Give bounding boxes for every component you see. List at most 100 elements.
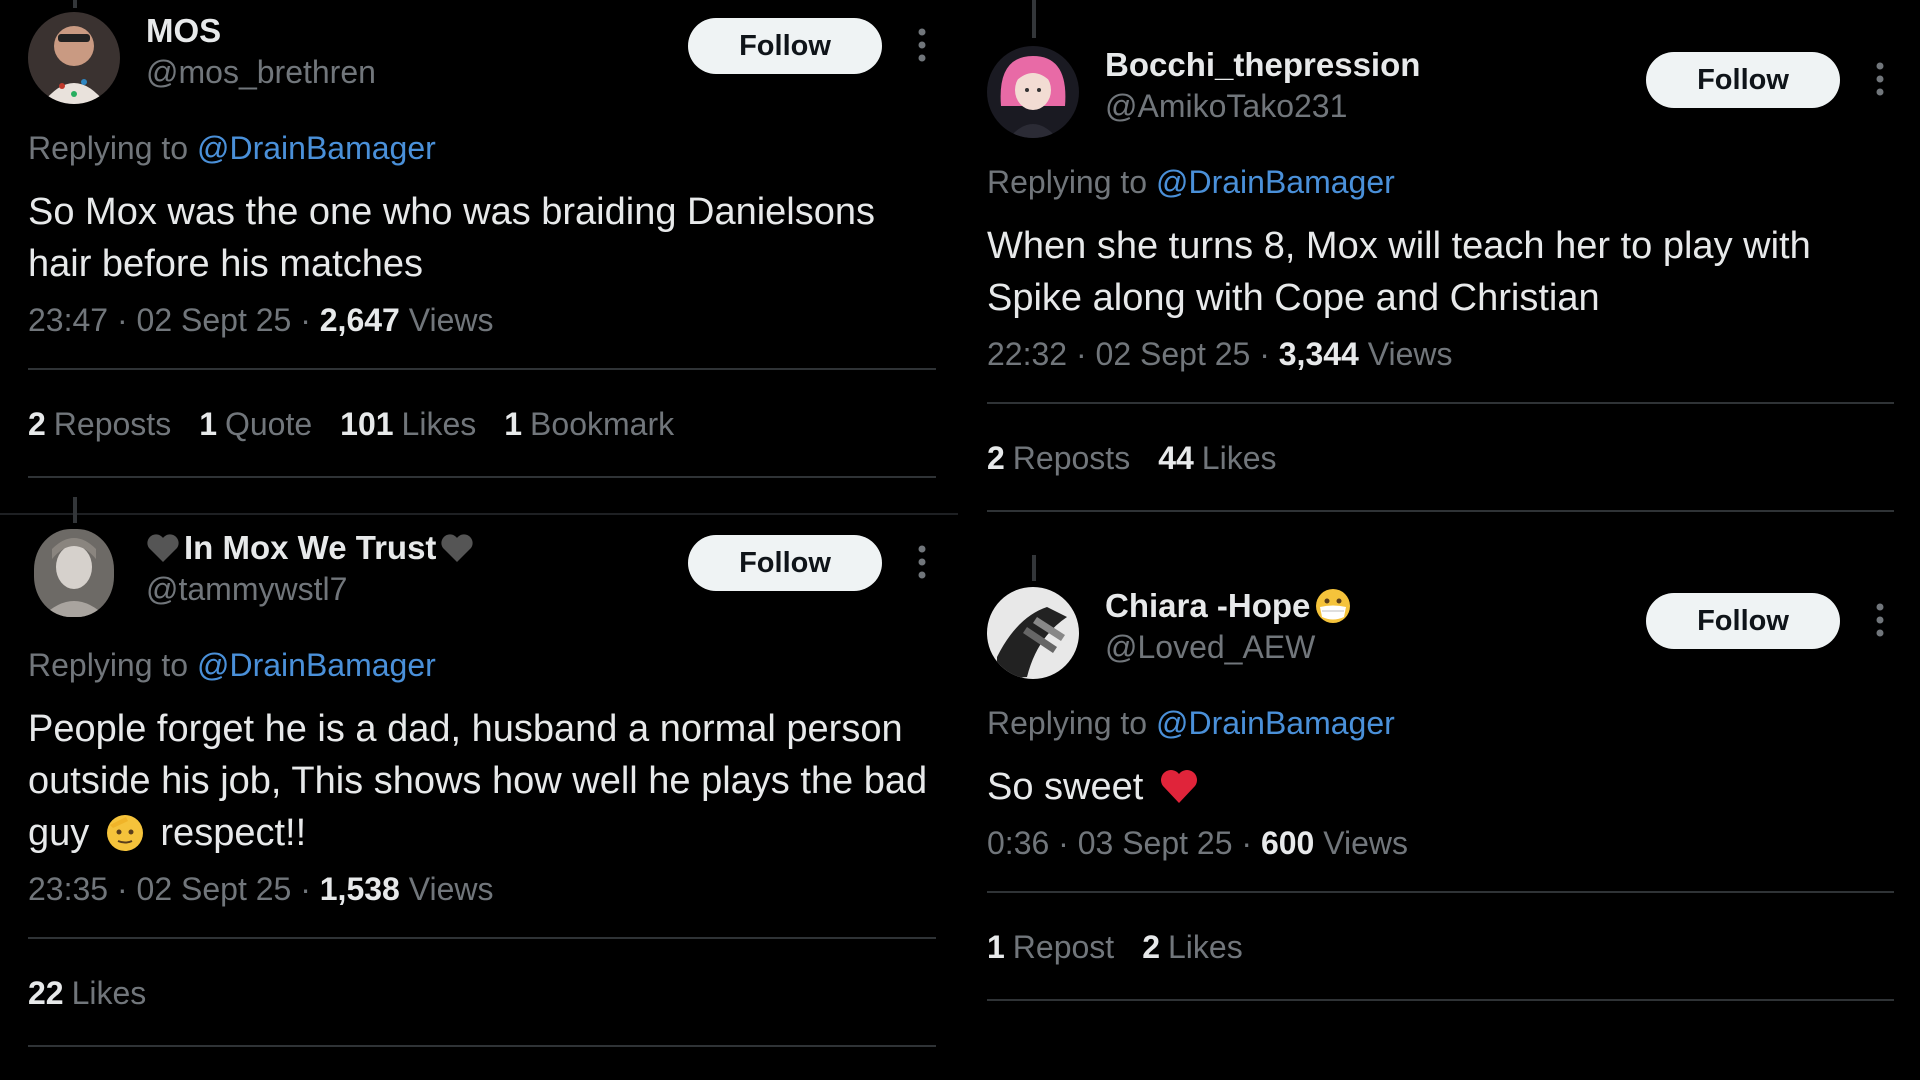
tweet-date[interactable]: 02 Sept 25 [1096, 336, 1251, 372]
stat-label: Reposts [53, 406, 172, 442]
engagement-stats: 1 Repost 2 Likes [987, 893, 1894, 999]
replying-to: Replying to @DrainBamager [987, 703, 1894, 743]
thread-line [1032, 0, 1036, 38]
views-label: Views [408, 871, 494, 907]
stat-reposts[interactable]: 1 Repost [987, 925, 1114, 969]
author-info: MOS @mos_brethren [146, 10, 376, 92]
display-name-text[interactable]: MOS [146, 10, 221, 52]
engagement-stats: 2 Reposts 1 Quote 101 Likes 1 Bookmark [28, 370, 936, 476]
replying-prefix: Replying to [987, 705, 1148, 741]
stat-bookmarks[interactable]: 1 Bookmark [504, 402, 674, 446]
stat-count: 1 [504, 406, 523, 442]
tweet-time[interactable]: 0:36 [987, 825, 1049, 861]
stat-label: Likes [1167, 929, 1243, 965]
thread-line [1032, 555, 1036, 581]
tweet-header: Chiara -Hope @Loved_AEW Follow [987, 581, 1894, 679]
saluting-face-emoji [106, 814, 143, 851]
avatar[interactable] [28, 12, 120, 104]
replying-prefix: Replying to [28, 130, 189, 166]
handle[interactable]: @tammywstl7 [146, 569, 474, 609]
replying-to: Replying to @DrainBamager [987, 162, 1894, 202]
replying-handle-link[interactable]: @DrainBamager [197, 647, 436, 683]
tweet-meta: 0:36 · 03 Sept 25 · 600 Views [987, 825, 1409, 861]
avatar[interactable] [34, 529, 114, 617]
divider [28, 1045, 936, 1047]
stat-likes[interactable]: 101 Likes [340, 402, 476, 446]
tweet-date[interactable]: 03 Sept 25 [1078, 825, 1233, 861]
tweet-time[interactable]: 23:35 [28, 871, 108, 907]
stat-likes[interactable]: 44 Likes [1158, 436, 1276, 480]
tweet-meta: 22:32 · 02 Sept 25 · 3,344 Views [987, 336, 1453, 372]
stat-label: Quote [224, 406, 313, 442]
stat-label: Likes [71, 975, 147, 1011]
tweet-date[interactable]: 02 Sept 25 [137, 302, 292, 338]
follow-button[interactable]: Follow [1646, 593, 1840, 649]
views-count: 2,647 [319, 302, 400, 338]
tweet-header: MOS @mos_brethren Follow [28, 6, 936, 104]
tweet-header: Bocchi_thepression @AmikoTako231 Follow [987, 40, 1894, 138]
views-label: Views [408, 302, 494, 338]
stat-count: 2 [1142, 929, 1160, 965]
tweet-meta: 23:47 · 02 Sept 25 · 2,647 Views [28, 302, 494, 338]
stat-count: 22 [28, 975, 64, 1011]
stat-count: 2 [28, 406, 46, 442]
tweet-card: Bocchi_thepression @AmikoTako231 Follow … [987, 0, 1894, 512]
tweet-text-main: So sweet [987, 766, 1144, 808]
views-count: 1,538 [319, 871, 400, 907]
divider [28, 476, 936, 478]
engagement-stats: 22 Likes [28, 939, 936, 1045]
tweet-text: So sweet [987, 761, 1894, 813]
views-count: 600 [1260, 825, 1315, 861]
face-with-medical-mask-emoji [1316, 589, 1351, 623]
replying-to: Replying to @DrainBamager [28, 128, 936, 168]
more-icon[interactable] [1876, 62, 1884, 96]
replying-handle-link[interactable]: @DrainBamager [1156, 164, 1395, 200]
display-name[interactable]: In Mox We Trust [146, 527, 474, 569]
stat-reposts[interactable]: 2 Reposts [987, 436, 1130, 480]
more-icon[interactable] [1876, 603, 1884, 637]
follow-button[interactable]: Follow [688, 535, 882, 591]
stat-reposts[interactable]: 2 Reposts [28, 402, 171, 446]
tweet-time[interactable]: 23:47 [28, 302, 108, 338]
tweet-card: MOS @mos_brethren Follow Replying to @Dr… [28, 0, 936, 478]
display-name[interactable]: Chiara -Hope [1105, 585, 1352, 627]
display-name-text[interactable]: Bocchi_thepression [1105, 44, 1420, 86]
tweet-date[interactable]: 02 Sept 25 [137, 871, 292, 907]
black-heart-icon [441, 534, 474, 562]
red-heart-emoji [1160, 769, 1197, 803]
tweet-text: So Mox was the one who was braiding Dani… [28, 191, 876, 285]
follow-button[interactable]: Follow [688, 18, 882, 74]
tweet-header: In Mox We Trust @tammywstl7 Follow [28, 523, 936, 619]
avatar[interactable] [987, 46, 1079, 138]
follow-button[interactable]: Follow [1646, 52, 1840, 108]
divider [987, 510, 1894, 512]
replying-to: Replying to @DrainBamager [28, 645, 936, 685]
author-info: Chiara -Hope @Loved_AEW [1105, 585, 1352, 667]
display-name-text[interactable]: In Mox We Trust [184, 527, 436, 569]
display-name[interactable]: Bocchi_thepression [1105, 44, 1420, 86]
stat-likes[interactable]: 22 Likes [28, 971, 146, 1015]
display-name-text[interactable]: Chiara -Hope [1105, 585, 1310, 627]
stat-count: 2 [987, 440, 1005, 476]
tweet-text: When she turns 8, Mox will teach her to … [987, 225, 1811, 319]
handle[interactable]: @Loved_AEW [1105, 627, 1352, 667]
section-divider [0, 513, 958, 515]
avatar[interactable] [987, 587, 1079, 679]
display-name[interactable]: MOS [146, 10, 376, 52]
replying-handle-link[interactable]: @DrainBamager [197, 130, 436, 166]
more-icon[interactable] [918, 28, 926, 62]
stat-likes[interactable]: 2 Likes [1142, 925, 1243, 969]
more-icon[interactable] [918, 545, 926, 579]
handle[interactable]: @AmikoTako231 [1105, 86, 1420, 126]
stat-label: Reposts [1012, 440, 1131, 476]
stat-count: 101 [340, 406, 394, 442]
stat-count: 44 [1158, 440, 1194, 476]
handle[interactable]: @mos_brethren [146, 52, 376, 92]
stat-quotes[interactable]: 1 Quote [199, 402, 312, 446]
replying-handle-link[interactable]: @DrainBamager [1156, 705, 1395, 741]
tweet-text-tail: respect!! [160, 812, 307, 854]
thread-line [73, 497, 77, 523]
views-count: 3,344 [1278, 336, 1359, 372]
divider [987, 999, 1894, 1001]
tweet-time[interactable]: 22:32 [987, 336, 1067, 372]
